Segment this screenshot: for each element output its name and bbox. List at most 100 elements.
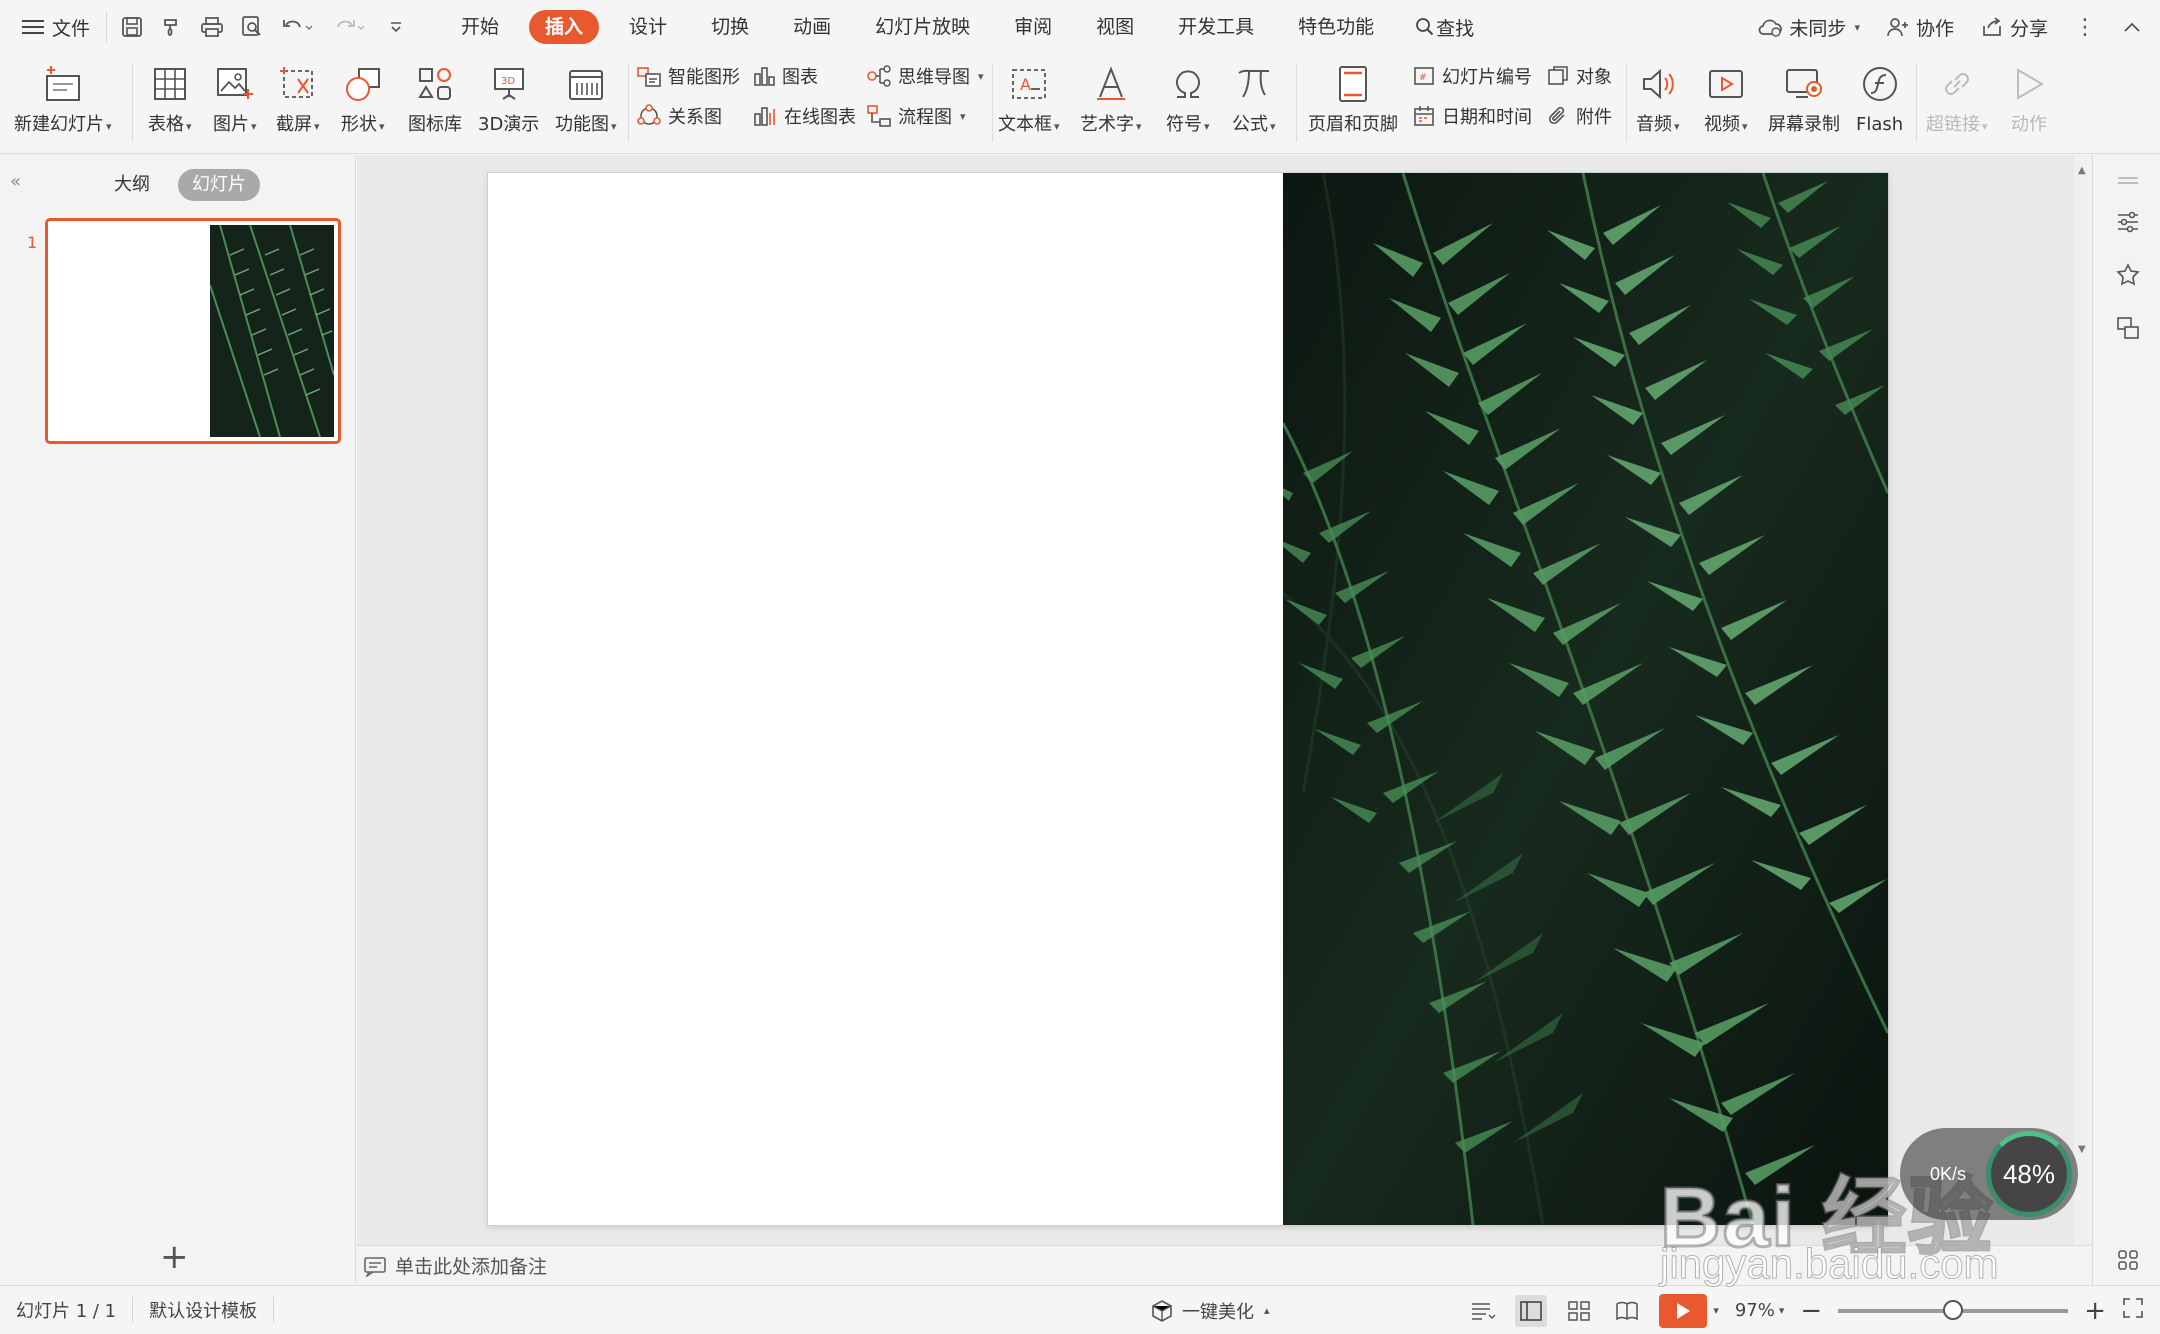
tab-outline[interactable]: 大纲: [100, 169, 164, 201]
collaborate-button[interactable]: 协作: [1886, 14, 1954, 41]
table-button[interactable]: 表格 ▾: [148, 58, 192, 140]
slide-number-button[interactable]: # 幻灯片编号: [1412, 60, 1532, 92]
tab-transitions[interactable]: 切换: [689, 10, 771, 44]
slide-sorter-view-icon[interactable]: [1563, 1295, 1595, 1327]
picture-button[interactable]: 图片 ▾: [213, 58, 257, 140]
tab-developer[interactable]: 开发工具: [1156, 10, 1276, 44]
hyperlink-button[interactable]: 超链接 ▾: [1926, 58, 1988, 140]
screenshot-button[interactable]: 截屏 ▾: [276, 58, 320, 140]
notes-view-icon[interactable]: [1467, 1295, 1499, 1327]
properties-sliders-icon[interactable]: [2113, 207, 2143, 237]
print-preview-icon[interactable]: [239, 14, 265, 40]
tab-review[interactable]: 审阅: [992, 10, 1074, 44]
shape-button[interactable]: 形状 ▾: [341, 58, 385, 140]
mind-map-label: 思维导图: [898, 67, 970, 88]
audio-button[interactable]: 音频 ▾: [1636, 58, 1680, 140]
print-icon[interactable]: [199, 14, 225, 40]
network-speed-widget[interactable]: 0K/s 48%: [1900, 1128, 2078, 1220]
rail-handle-icon[interactable]: [2113, 165, 2143, 195]
new-slide-button[interactable]: 新建幻灯片 ▾: [14, 58, 112, 140]
flowchart-icon: [867, 105, 891, 127]
redo-icon[interactable]: [331, 14, 369, 40]
collapse-ribbon-icon[interactable]: [2122, 20, 2142, 34]
slide-1[interactable]: [488, 173, 1888, 1225]
format-painter-icon[interactable]: [159, 14, 185, 40]
tab-special-features[interactable]: 特色功能: [1276, 10, 1396, 44]
attachment-button[interactable]: 附件: [1546, 100, 1612, 132]
chart-button[interactable]: 图表: [752, 60, 818, 92]
sync-button[interactable]: 未同步 ▾: [1757, 14, 1860, 41]
symbol-button[interactable]: 符号 ▾: [1166, 58, 1210, 140]
tab-insert[interactable]: 插入: [529, 10, 600, 44]
relation-chart-button[interactable]: 关系图: [636, 100, 722, 132]
hyperlink-label: 超链接: [1926, 114, 1980, 135]
grid-apps-icon[interactable]: [2113, 1245, 2143, 1275]
calendar-icon: [1414, 106, 1434, 126]
collapse-panel-icon[interactable]: «: [10, 171, 21, 192]
play-slideshow-button[interactable]: [1659, 1293, 1708, 1328]
flash-button[interactable]: Flash: [1856, 58, 1903, 140]
zoom-slider[interactable]: [1838, 1299, 2069, 1320]
slide-thumbnail[interactable]: [45, 218, 341, 444]
mind-map-icon: [867, 65, 891, 87]
tab-animations[interactable]: 动画: [771, 10, 853, 44]
normal-view-icon[interactable]: [1515, 1294, 1548, 1327]
fit-window-icon[interactable]: [2122, 1297, 2144, 1324]
find-button[interactable]: 查找: [1414, 14, 1474, 41]
textbox-button[interactable]: A 文本框 ▾: [998, 58, 1060, 140]
tab-design[interactable]: 设计: [607, 10, 689, 44]
date-time-button[interactable]: 日期和时间: [1412, 100, 1532, 132]
fern-leaves-photo[interactable]: [1283, 173, 1888, 1225]
flowchart-button[interactable]: 流程图 ▾: [866, 100, 966, 132]
icon-library-button[interactable]: 图标库: [408, 58, 462, 140]
vertical-scrollbar[interactable]: ▲ ▼: [2074, 155, 2092, 1245]
animation-star-icon[interactable]: [2113, 260, 2143, 290]
tab-slideshow[interactable]: 幻灯片放映: [853, 10, 992, 44]
tab-view[interactable]: 视图: [1074, 10, 1156, 44]
online-chart-button[interactable]: 在线图表: [752, 100, 856, 132]
function-chart-button[interactable]: 功能图 ▾: [555, 58, 617, 140]
menu-bar: 文件 开始 插入 设计 切换 动画 幻灯片放映 审阅 视图 开发工具 特色功能 …: [0, 0, 2160, 54]
share-button[interactable]: 分享: [1980, 14, 2048, 41]
chart-label: 图表: [782, 67, 818, 88]
one-click-beautify-button[interactable]: 一键美化 ▴: [1150, 1286, 1270, 1334]
wordart-button[interactable]: 艺术字 ▾: [1080, 58, 1142, 140]
reading-view-icon[interactable]: [1611, 1295, 1643, 1327]
smart-art-button[interactable]: 智能图形: [636, 60, 740, 92]
save-icon[interactable]: [119, 14, 145, 40]
mind-map-button[interactable]: 思维导图 ▾: [866, 60, 984, 92]
wps-presentation-window: 文件 开始 插入 设计 切换 动画 幻灯片放映 审阅 视图 开发工具 特色功能 …: [0, 0, 2160, 1334]
3d-demo-button[interactable]: 3D 3D演示: [478, 58, 539, 140]
customize-toolbar-icon[interactable]: [383, 14, 409, 40]
find-label: 查找: [1436, 17, 1475, 40]
file-menu[interactable]: 文件: [22, 0, 90, 54]
zoom-level[interactable]: 97%: [1735, 1300, 1775, 1321]
scroll-down-icon[interactable]: ▼: [2078, 1144, 2086, 1155]
ribbon-separator: [1626, 64, 1627, 142]
add-slide-button[interactable]: +: [160, 1240, 189, 1274]
video-button[interactable]: 视频 ▾: [1704, 58, 1748, 140]
tab-home[interactable]: 开始: [439, 10, 521, 44]
slideshow-options-icon[interactable]: ▾: [1713, 1304, 1719, 1317]
video-icon: [1708, 70, 1743, 98]
notes-area[interactable]: 单击此处添加备注: [357, 1245, 2092, 1285]
undo-icon[interactable]: [279, 14, 317, 40]
design-template-label[interactable]: 默认设计模板: [149, 1297, 257, 1323]
scroll-up-icon[interactable]: ▲: [2078, 165, 2086, 176]
zoom-slider-handle[interactable]: [1943, 1299, 1964, 1320]
object-button[interactable]: 对象: [1546, 60, 1612, 92]
more-menu-icon[interactable]: ⋮: [2074, 15, 2096, 40]
omega-symbol-icon: [1175, 70, 1200, 98]
slide-number-icon: #: [1414, 67, 1434, 85]
screen-record-button[interactable]: 屏幕录制: [1768, 58, 1840, 140]
action-button[interactable]: 动作: [2010, 58, 2048, 140]
zoom-dropdown-icon[interactable]: ▾: [1779, 1304, 1785, 1317]
bar-chart-icon: [754, 67, 775, 86]
formula-button[interactable]: 公式 ▾: [1232, 58, 1276, 140]
header-footer-button[interactable]: 页眉和页脚: [1308, 58, 1398, 140]
zoom-out-button[interactable]: −: [1800, 1298, 1822, 1324]
zoom-in-button[interactable]: +: [2084, 1298, 2106, 1324]
tab-slides[interactable]: 幻灯片: [178, 169, 260, 201]
picture-icon: [216, 68, 253, 99]
transition-icon[interactable]: [2113, 313, 2143, 343]
